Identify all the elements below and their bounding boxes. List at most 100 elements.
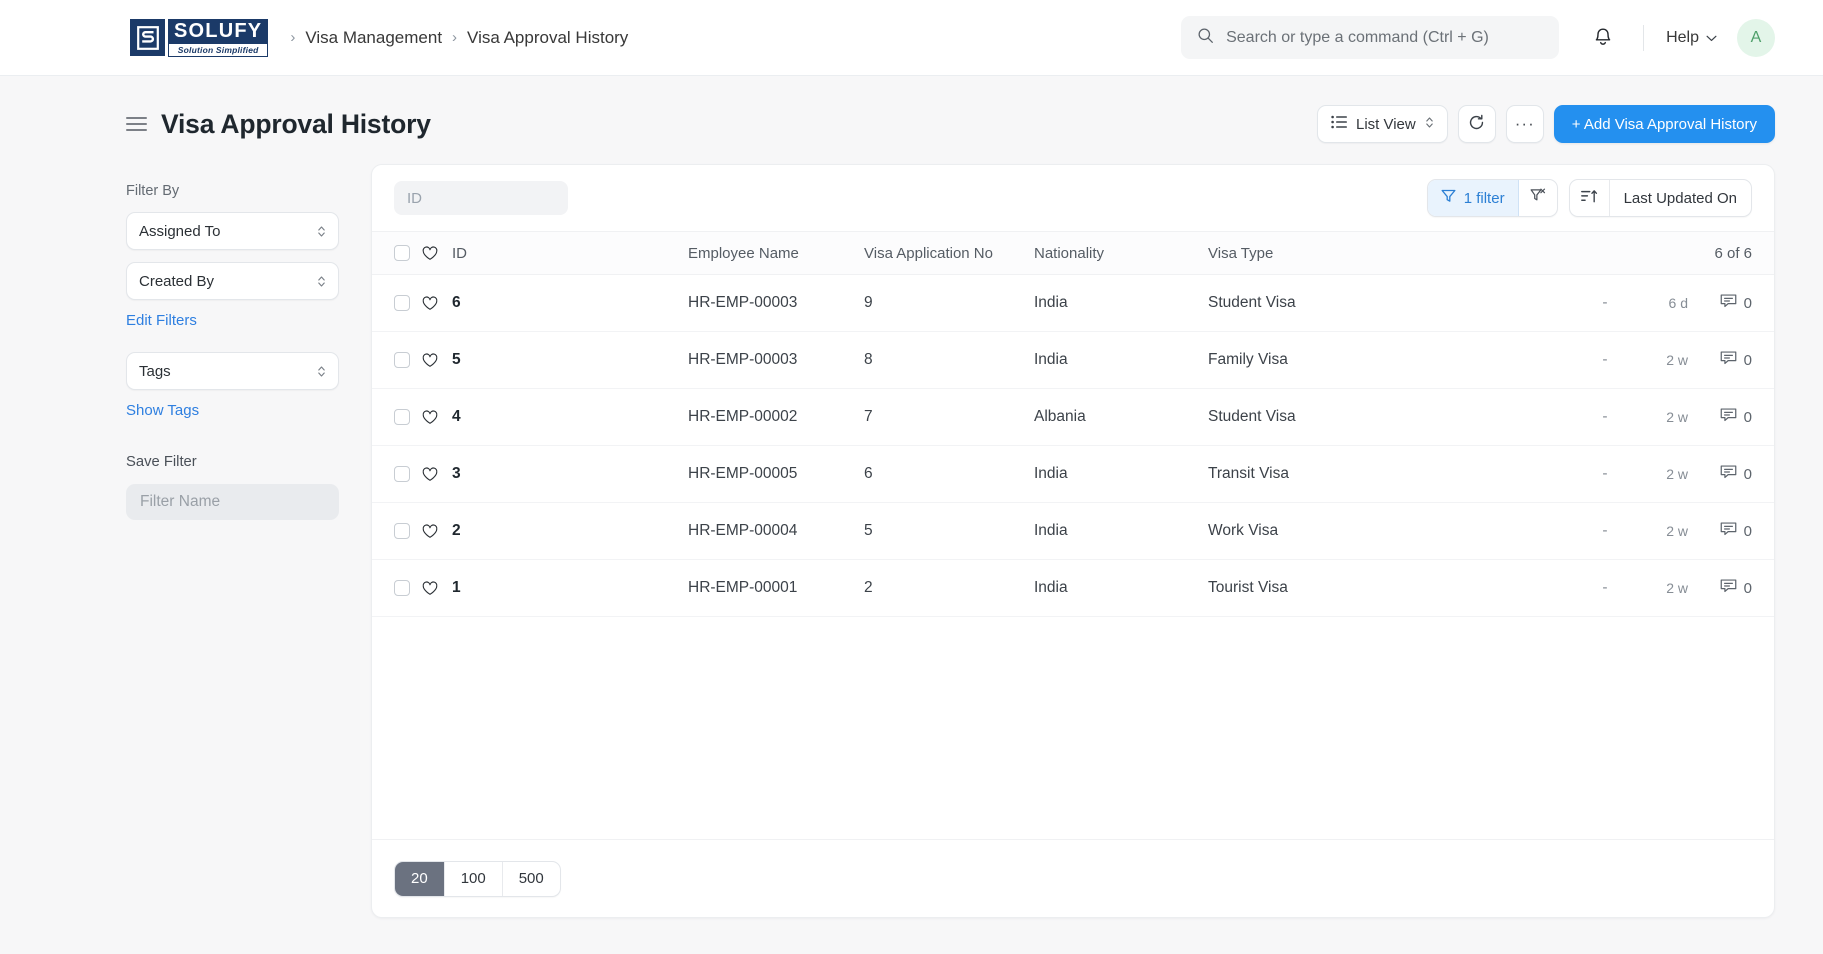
- avatar[interactable]: A: [1737, 18, 1775, 57]
- chevron-updown-icon: [317, 364, 326, 379]
- avatar-initial: A: [1750, 28, 1762, 46]
- page-header: Visa Approval History List View ··· + Ad…: [0, 76, 1823, 148]
- add-visa-approval-history-button[interactable]: + Add Visa Approval History: [1553, 105, 1775, 143]
- cell-id[interactable]: 5: [452, 351, 688, 369]
- chevron-updown-icon: [1425, 115, 1434, 134]
- cell-visa-type: Tourist Visa: [1208, 579, 1288, 596]
- brand-tagline: Solution Simplified: [168, 42, 269, 57]
- refresh-button[interactable]: [1457, 105, 1496, 143]
- table-row[interactable]: 3 HR-EMP-00005 6 India Transit Visa - 2 w 0: [372, 446, 1774, 503]
- filter-tags[interactable]: Tags: [126, 352, 339, 390]
- cell-visa-type: Student Visa: [1208, 294, 1296, 311]
- search-input[interactable]: [1226, 28, 1544, 47]
- cell-visa-application-no: 6: [864, 465, 873, 482]
- notifications-bell-icon[interactable]: [1587, 21, 1619, 54]
- chevron-down-icon: [1706, 29, 1717, 47]
- more-options-button[interactable]: ···: [1505, 105, 1544, 143]
- cell-id[interactable]: 6: [452, 294, 688, 312]
- cell-id[interactable]: 3: [452, 465, 688, 483]
- cell-last-modified: 2 w: [1666, 466, 1688, 482]
- cell-employee-name: HR-EMP-00003: [688, 351, 798, 368]
- row-checkbox[interactable]: [394, 523, 422, 539]
- breadcrumb: › Visa Management › Visa Approval Histor…: [290, 28, 628, 48]
- cell-employee-name: HR-EMP-00003: [688, 294, 798, 311]
- row-like-heart-icon[interactable]: [422, 295, 452, 311]
- list-card: 1 filter: [371, 164, 1775, 918]
- table-row[interactable]: 1 HR-EMP-00001 2 India Tourist Visa - 2 w 0: [372, 560, 1774, 617]
- breadcrumb-item-visa-approval-history[interactable]: Visa Approval History: [467, 28, 628, 48]
- row-checkbox[interactable]: [394, 352, 422, 368]
- row-like-heart-icon[interactable]: [422, 523, 452, 539]
- clear-filters-button[interactable]: [1519, 180, 1557, 216]
- column-header-visa-type[interactable]: Visa Type: [1208, 245, 1714, 262]
- cell-id[interactable]: 1: [452, 579, 688, 597]
- filter-assigned-to[interactable]: Assigned To: [126, 212, 339, 250]
- page-size-option-20[interactable]: 20: [395, 861, 445, 896]
- sort-field-label: Last Updated On: [1623, 189, 1737, 207]
- global-search[interactable]: [1181, 16, 1560, 59]
- cell-comment-count[interactable]: 0: [1688, 521, 1752, 541]
- column-header-id[interactable]: ID: [452, 245, 688, 262]
- row-like-heart-icon[interactable]: [422, 580, 452, 596]
- cell-visa-application-no: 5: [864, 522, 873, 539]
- comment-count-label: 0: [1743, 408, 1752, 426]
- cell-comment-count[interactable]: 0: [1688, 293, 1752, 313]
- filter-count-button[interactable]: 1 filter: [1427, 180, 1519, 216]
- filter-name-input[interactable]: [126, 484, 339, 520]
- brand-logo[interactable]: SOLUFY Solution Simplified: [130, 18, 269, 57]
- row-like-heart-icon[interactable]: [422, 409, 452, 425]
- cell-visa-type: Student Visa: [1208, 408, 1296, 425]
- page-size-option-500[interactable]: 500: [503, 862, 560, 896]
- row-checkbox[interactable]: [394, 466, 422, 482]
- id-filter-input[interactable]: [394, 181, 568, 215]
- edit-filters-link[interactable]: Edit Filters: [126, 312, 197, 329]
- cell-comment-count[interactable]: 0: [1688, 464, 1752, 484]
- row-like-heart-icon[interactable]: [422, 466, 452, 482]
- row-checkbox[interactable]: [394, 580, 422, 596]
- comment-icon: [1720, 293, 1737, 313]
- column-header-nationality[interactable]: Nationality: [1034, 245, 1208, 262]
- table-row[interactable]: 2 HR-EMP-00004 5 India Work Visa - 2 w 0: [372, 503, 1774, 560]
- sort-field-button[interactable]: Last Updated On: [1610, 180, 1751, 216]
- list-view-switcher[interactable]: List View: [1316, 105, 1448, 143]
- filter-sidebar: Filter By Assigned To Created By Edit Fi…: [126, 164, 371, 918]
- chevron-updown-icon: [317, 224, 326, 239]
- list-toolbar-right: 1 filter Last Updated On: [1426, 179, 1752, 217]
- sort-direction-button[interactable]: [1570, 180, 1610, 216]
- page-header-actions: List View ··· + Add Visa Approval Histor…: [1316, 105, 1775, 143]
- cell-visa-type: Work Visa: [1208, 522, 1279, 539]
- table-row[interactable]: 5 HR-EMP-00003 8 India Family Visa - 2 w 0: [372, 332, 1774, 389]
- search-icon: [1197, 27, 1214, 49]
- breadcrumb-item-visa-management[interactable]: Visa Management: [305, 28, 442, 48]
- select-all-checkbox[interactable]: [394, 245, 422, 261]
- page-size-selector: 20 100 500: [394, 860, 561, 897]
- comment-icon: [1720, 350, 1737, 370]
- cell-visa-application-no: 7: [864, 408, 873, 425]
- cell-visa-application-no: 8: [864, 351, 873, 368]
- column-header-employee-name[interactable]: Employee Name: [688, 245, 864, 262]
- ellipsis-icon: ···: [1514, 114, 1535, 133]
- cell-id[interactable]: 2: [452, 522, 688, 540]
- cell-comment-count[interactable]: 0: [1688, 407, 1752, 427]
- record-count-label: 6 of 6: [1714, 244, 1752, 262]
- row-checkbox[interactable]: [394, 295, 422, 311]
- table-row[interactable]: 6 HR-EMP-00003 9 India Student Visa - 6 d 0: [372, 275, 1774, 332]
- sidebar-toggle-icon[interactable]: [126, 117, 147, 131]
- help-menu[interactable]: Help: [1666, 29, 1717, 47]
- column-header-visa-application-no[interactable]: Visa Application No: [864, 245, 1034, 262]
- filter-created-by[interactable]: Created By: [126, 262, 339, 300]
- breadcrumb-separator-icon: ›: [290, 29, 296, 46]
- row-checkbox[interactable]: [394, 409, 422, 425]
- cell-comment-count[interactable]: 0: [1688, 578, 1752, 598]
- table-row[interactable]: 4 HR-EMP-00002 7 Albania Student Visa - 2 w 0: [372, 389, 1774, 446]
- comment-count-label: 0: [1743, 351, 1752, 369]
- show-tags-link[interactable]: Show Tags: [126, 402, 199, 419]
- table-empty-space: [372, 617, 1774, 839]
- brand-wordmark: SOLUFY Solution Simplified: [168, 18, 269, 57]
- cell-nationality: India: [1034, 465, 1068, 482]
- cell-comment-count[interactable]: 0: [1688, 350, 1752, 370]
- row-like-heart-icon[interactable]: [422, 352, 452, 368]
- cell-id[interactable]: 4: [452, 408, 688, 426]
- navbar-divider: [1643, 24, 1645, 51]
- page-size-option-100[interactable]: 100: [445, 861, 503, 896]
